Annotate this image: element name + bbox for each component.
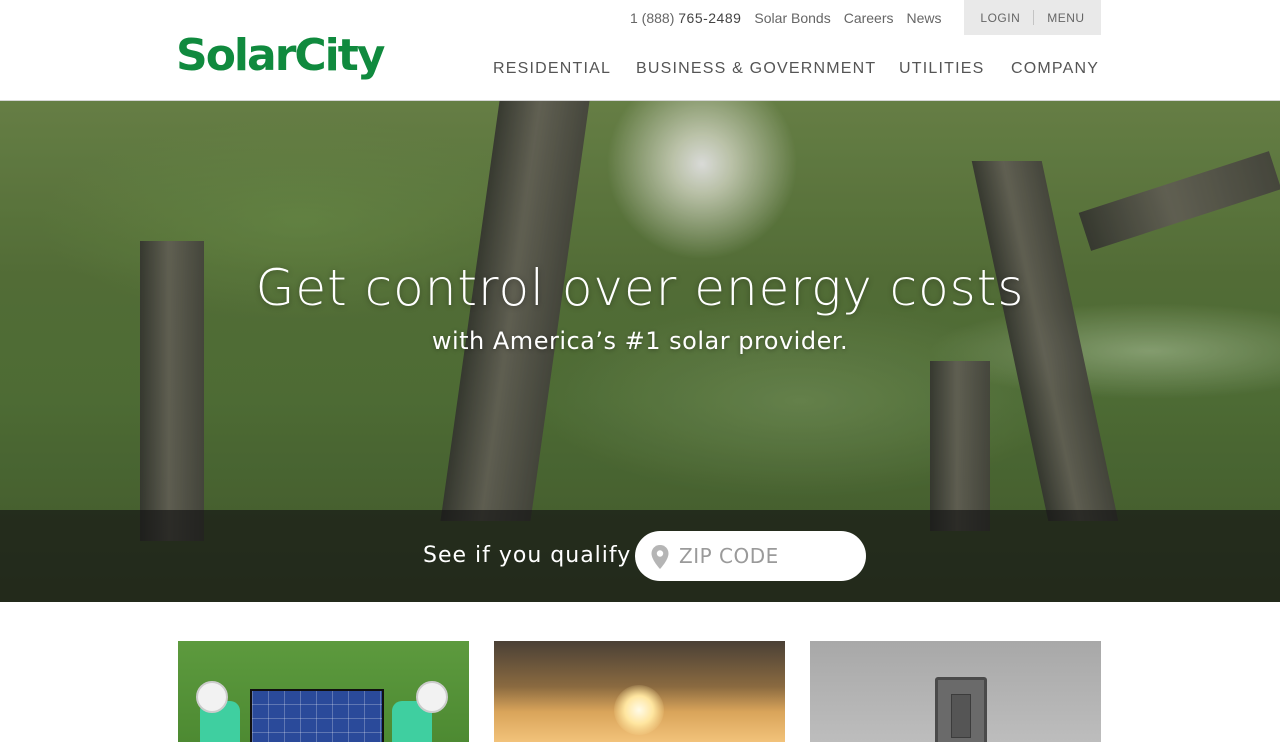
nav-company[interactable]: COMPANY xyxy=(1011,59,1099,79)
utility-links: 1 (888) 765-2489 Solar Bonds Careers New… xyxy=(630,8,942,28)
zip-code-input[interactable] xyxy=(679,531,854,581)
nav-business-government[interactable]: BUSINESS & GOVERNMENT xyxy=(636,59,876,79)
hero-title: Get control over energy costs xyxy=(255,259,1025,317)
light-switch-card-image[interactable] xyxy=(810,641,1101,742)
qualify-bar: See if you qualify xyxy=(0,510,1280,602)
solar-bonds-link[interactable]: Solar Bonds xyxy=(754,10,830,26)
qualify-label: See if you qualify xyxy=(423,543,632,568)
hero-subtitle: with America’s #1 solar provider. xyxy=(431,327,849,355)
phone-link[interactable]: 1 (888) 765-2489 xyxy=(630,10,741,26)
light-switch-plate xyxy=(935,677,987,742)
phone-prefix: 1 (888) xyxy=(630,10,675,26)
nav-residential[interactable]: RESIDENTIAL xyxy=(493,59,611,79)
hero-section: Get control over energy costs with Ameri… xyxy=(0,101,1280,602)
light-switch-toggle xyxy=(951,694,971,738)
login-button[interactable]: LOGIN xyxy=(980,11,1020,25)
site-header: SolarCity 1 (888) 765-2489 Solar Bonds C… xyxy=(0,0,1280,101)
zip-field[interactable] xyxy=(635,531,866,581)
careers-link[interactable]: Careers xyxy=(844,10,894,26)
installer-hardhat xyxy=(416,681,448,713)
solarcity-logo[interactable]: SolarCity xyxy=(176,26,385,86)
map-pin-icon xyxy=(651,545,669,569)
installer-hardhat xyxy=(196,681,228,713)
phone-number: 765-2489 xyxy=(678,10,742,26)
residential-card-image[interactable] xyxy=(178,641,469,742)
solar-panel xyxy=(250,689,384,742)
account-box: LOGIN MENU xyxy=(964,0,1101,35)
sunset-card-image[interactable] xyxy=(494,641,785,742)
news-link[interactable]: News xyxy=(907,10,942,26)
sun xyxy=(614,685,664,735)
nav-utilities[interactable]: UTILITIES xyxy=(899,59,984,79)
account-divider xyxy=(1033,10,1035,25)
menu-button[interactable]: MENU xyxy=(1047,11,1084,25)
